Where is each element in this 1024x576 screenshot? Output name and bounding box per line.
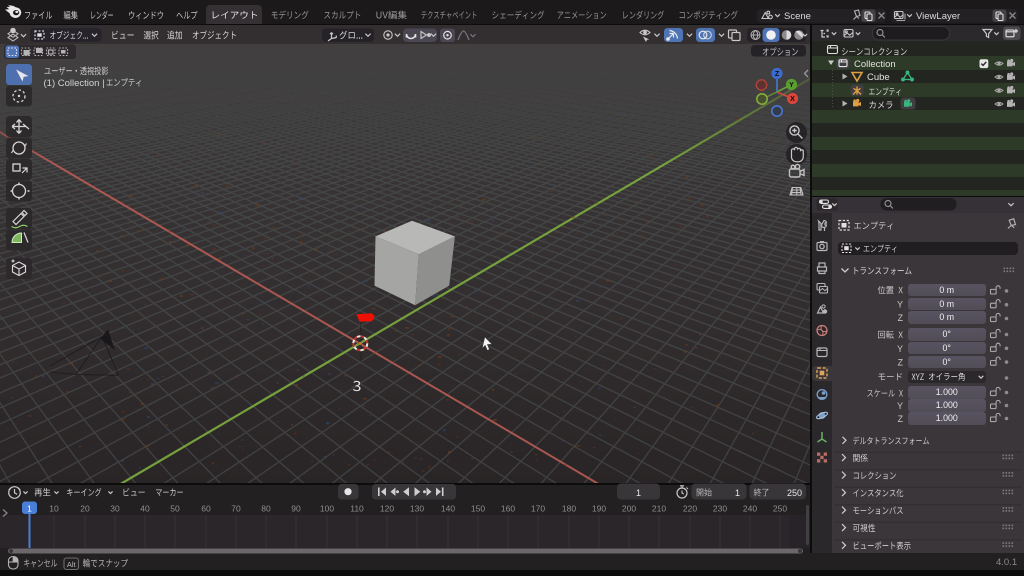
svg-text:(1) Collection |: (1) Collection |	[44, 78, 105, 89]
